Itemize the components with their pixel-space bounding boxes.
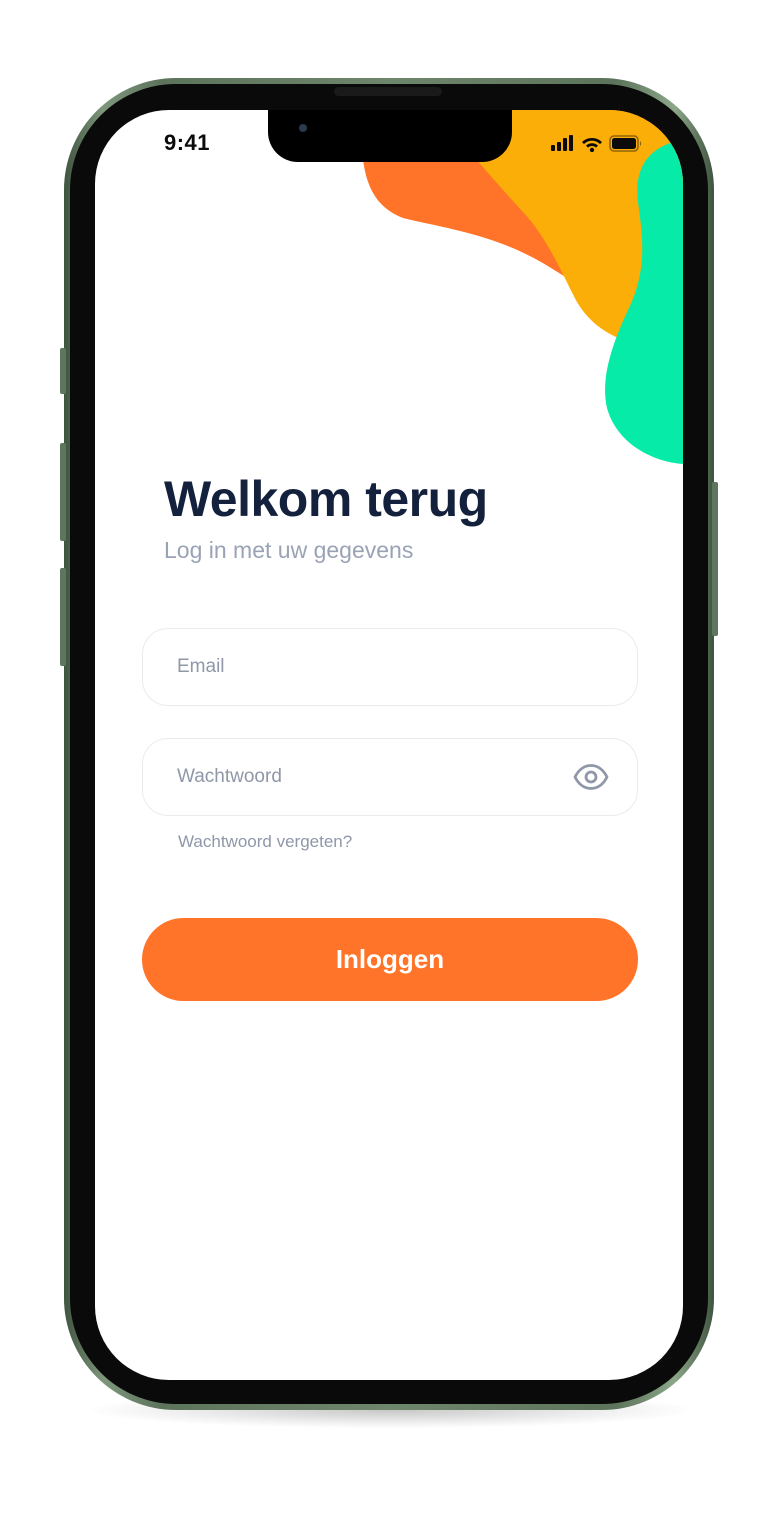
front-camera (299, 124, 307, 132)
page-subtitle: Log in met uw gegevens (164, 537, 414, 563)
page-title: Welkom terug (164, 471, 488, 527)
silent-switch (60, 348, 66, 394)
cellular-signal-icon (551, 135, 573, 151)
eye-icon[interactable] (573, 761, 609, 793)
earpiece-speaker (334, 87, 442, 96)
password-input[interactable] (177, 739, 557, 815)
forgot-password-link[interactable]: Wachtwoord vergeten? (178, 832, 352, 852)
login-button[interactable]: Inloggen (142, 918, 638, 1001)
camera-notch (268, 110, 512, 162)
wifi-icon (582, 137, 602, 152)
email-input[interactable] (177, 629, 557, 705)
battery-icon (609, 134, 642, 152)
decorative-blobs (363, 110, 683, 464)
volume-up-button (60, 443, 66, 541)
phone-screen: 9:41 Welkom terug Log in met uw gegevens (95, 110, 683, 1380)
volume-down-button (60, 568, 66, 666)
password-field (142, 738, 638, 816)
status-bar-time: 9:41 (164, 130, 211, 155)
power-button (712, 482, 718, 636)
status-bar-icons (551, 132, 643, 154)
email-field (142, 628, 638, 706)
